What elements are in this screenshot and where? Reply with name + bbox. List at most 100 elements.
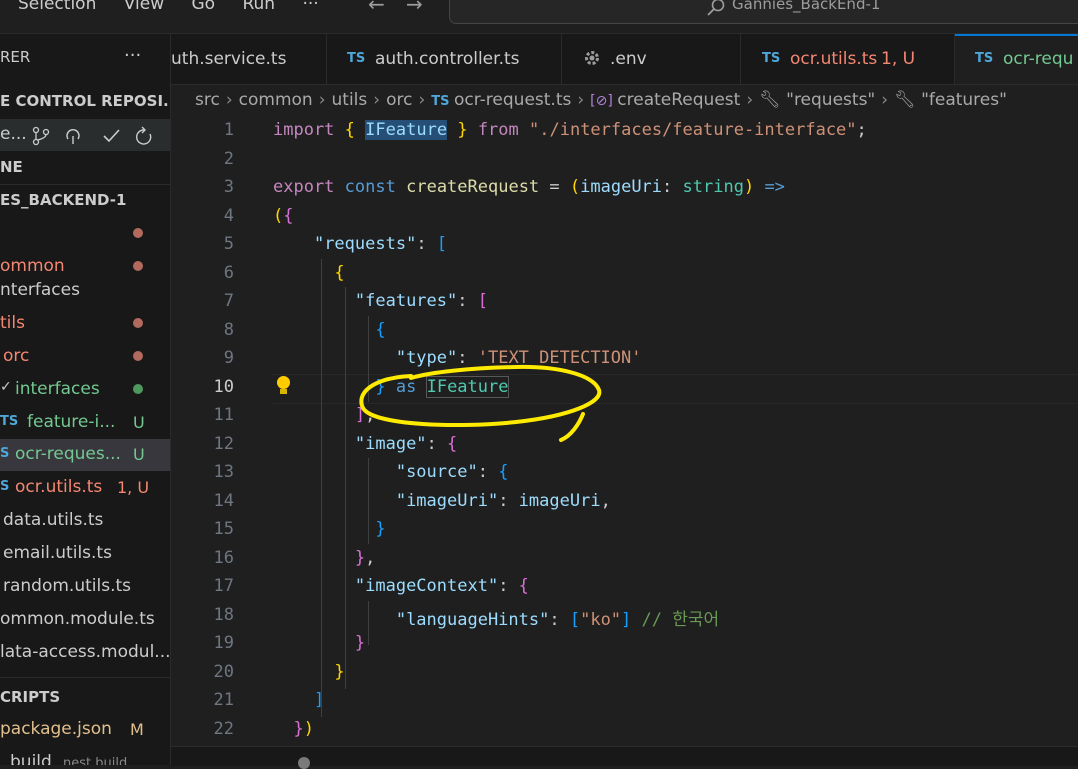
code-line: }) [293, 719, 314, 739]
ts-file-icon: S [0, 479, 10, 494]
tree-item-ocr-utils[interactable]: S ocr.utils.ts 1, U [0, 474, 170, 504]
npm-scripts-section-title[interactable]: CRIPTS [0, 688, 60, 706]
divider [0, 184, 170, 185]
status-badge: M [130, 720, 144, 739]
line-number: 8 [223, 320, 234, 340]
line-number: 3 [223, 177, 234, 197]
menu-more[interactable]: ··· [303, 0, 319, 14]
wrench-icon: 🔧︎ [759, 90, 787, 110]
breadcrumb-orc[interactable]: orc [386, 90, 412, 110]
tree-item-interfaces[interactable]: nterfaces [0, 278, 170, 304]
explorer-more-button[interactable]: ··· [124, 45, 141, 66]
menu-selection[interactable]: Selection [18, 0, 96, 14]
bottom-panel-edge [171, 746, 1078, 769]
tree-item-interfaces-folder[interactable]: ✓ interfaces [0, 376, 170, 406]
breadcrumb-src[interactable]: src [195, 90, 220, 110]
source-control-section-title[interactable]: E CONTROL REPOSI... [0, 92, 170, 110]
outline-section-title[interactable]: NE [0, 158, 23, 176]
title-bar: Selection View Go Run ··· ← → Gannies_Ba… [0, 0, 1078, 34]
line-number: 20 [213, 662, 234, 682]
chevron-down-icon[interactable]: ✓ [0, 379, 12, 395]
source-control-row[interactable]: e... [0, 119, 170, 151]
line-number: 17 [213, 576, 234, 596]
refresh-icon[interactable] [136, 126, 152, 145]
sync-icon[interactable] [66, 129, 80, 144]
tree-item-utils[interactable]: tils [0, 310, 170, 340]
line-number: 21 [213, 690, 234, 710]
code-line: } [375, 519, 386, 539]
scm-actions [32, 126, 152, 146]
tab-status-badge: 1, U [881, 49, 916, 69]
untracked-dot [133, 384, 143, 394]
modified-dot [133, 261, 143, 271]
line-number: 19 [213, 633, 234, 653]
npm-package-json[interactable]: package.json M [0, 716, 170, 746]
tree-item[interactable] [0, 220, 170, 250]
menu-view[interactable]: View [124, 0, 164, 14]
line-number: 16 [213, 548, 234, 568]
command-center[interactable]: Gannies_BackEnd-1 [449, 0, 1078, 24]
line-number: 12 [213, 434, 234, 454]
tree-item-email-utils[interactable]: email.utils.ts [0, 540, 170, 570]
breadcrumb-symbol[interactable]: createRequest [617, 90, 740, 110]
back-arrow-icon[interactable]: ← [368, 0, 385, 16]
code-line: } [334, 662, 345, 682]
check-icon[interactable] [103, 129, 120, 143]
tree-item-random-utils[interactable]: random.utils.ts [0, 573, 170, 603]
branch-icon[interactable] [32, 126, 50, 146]
line-number: 4 [223, 206, 234, 226]
search-icon [707, 0, 725, 16]
breadcrumb: src › common › utils › orc › TS ocr-request.ts ›[… [195, 90, 1007, 110]
breadcrumb-features[interactable]: "features" [921, 90, 1007, 110]
explorer-title: RER [0, 48, 31, 66]
tab-auth-controller[interactable]: TS auth.controller.ts [327, 34, 562, 84]
modified-dot [133, 318, 143, 328]
lightbulb-icon[interactable] [277, 376, 290, 389]
status-badge: U [133, 445, 145, 464]
code-line: ({ [273, 206, 294, 226]
npm-script-build[interactable]: build nest build [0, 749, 170, 765]
line-number: 9 [223, 348, 234, 368]
line-number: 13 [213, 462, 234, 482]
line-number: 15 [213, 519, 234, 539]
tab-auth-service[interactable]: uth.service.ts [171, 34, 327, 84]
tree-item-orc[interactable]: orc [0, 343, 170, 373]
line-number: 7 [223, 291, 234, 311]
ts-file-icon: TS [975, 51, 994, 66]
lightbulb-icon-base [280, 389, 287, 394]
line-number: 2 [223, 149, 234, 169]
scm-row-label: e... [0, 124, 27, 144]
code-line: ] [313, 690, 325, 710]
status-badge: 1, U [117, 478, 150, 497]
code-editor[interactable]: 1 2 3 4 5 6 7 8 9 10 11 12 13 14 15 16 1… [171, 116, 1078, 746]
tree-item-data-utils[interactable]: data.utils.ts [0, 507, 170, 537]
code-line: { [375, 320, 386, 340]
tab-ocr-request-active[interactable]: TS ocr-requ [955, 34, 1078, 84]
annotation-circle [359, 364, 602, 442]
code-line: "imageContext": { [354, 576, 529, 596]
tree-item-feature-interface[interactable]: TS feature-i... U [0, 409, 170, 439]
breadcrumb-file[interactable]: ocr-request.ts [454, 90, 571, 110]
gear-icon [585, 51, 599, 65]
tab-ocr-utils[interactable]: TS ocr.utils.ts 1, U [741, 34, 955, 84]
wrench-icon: 🔧︎ [894, 90, 922, 110]
breadcrumb-requests[interactable]: "requests" [786, 90, 875, 110]
panel-handle-icon[interactable] [298, 757, 310, 769]
ts-file-icon: TS [431, 94, 455, 109]
tree-item-common-module[interactable]: ommon.module.ts [0, 606, 170, 636]
breadcrumb-utils[interactable]: utils [332, 90, 368, 110]
variable-icon: [⊘] [590, 93, 618, 109]
forward-arrow-icon[interactable]: → [406, 0, 423, 16]
code-line: } [354, 633, 366, 653]
tree-item-ocr-request[interactable]: S ocr-reques... U [0, 439, 170, 471]
menu-go[interactable]: Go [192, 0, 216, 14]
ts-file-icon: TS [0, 414, 19, 429]
modified-dot [133, 228, 143, 238]
line-number: 18 [213, 605, 234, 625]
breadcrumb-common[interactable]: common [239, 90, 313, 110]
tab-env[interactable]: .env [562, 34, 741, 84]
tree-item-data-access-module[interactable]: lata-access.modul... [0, 639, 170, 669]
repo-section-title[interactable]: ES_BACKEND-1 [0, 191, 126, 209]
menu-run[interactable]: Run [242, 0, 275, 14]
code-line: "languageHints": ["ko"] // 한국어 [395, 610, 720, 630]
